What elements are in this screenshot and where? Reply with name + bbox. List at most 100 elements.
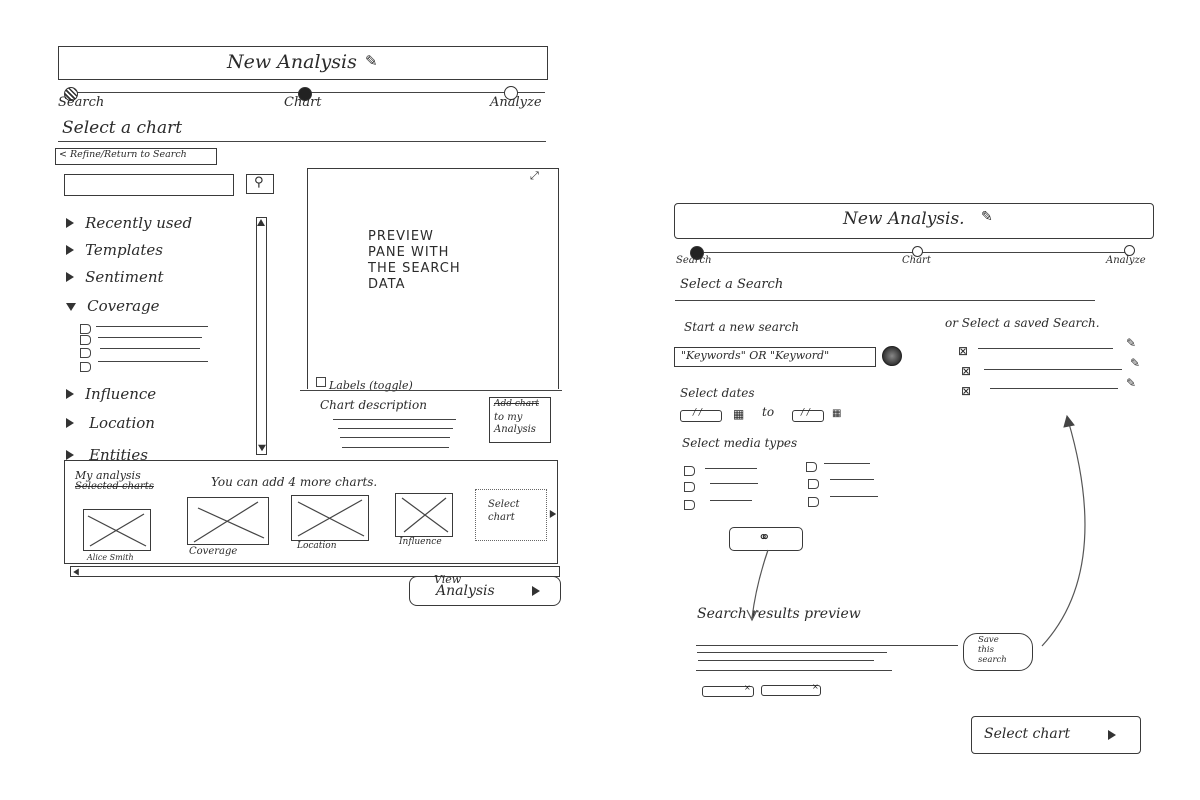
chart-thumbnail-label: Coverage [189,546,238,557]
keyword-search-input[interactable]: "Keywords" OR "Keyword" [674,347,876,367]
select-chart-button[interactable]: Select chart [971,716,1141,754]
saved-search-icon: ⊠ [958,344,969,358]
select-chart-placeholder-label: Select chart [488,499,520,523]
category-scrollbar[interactable] [256,217,267,455]
media-type-checkbox[interactable] [808,497,819,507]
refine-return-label: < Refine/Return to Search [59,149,187,160]
save-search-line: this [978,645,994,655]
add-button-label: to my Analysis [494,412,536,435]
my-analysis-struck-heading: Selected charts [75,481,154,492]
arrow-right-icon [532,586,540,596]
category-item-coverage[interactable]: Coverage [66,296,160,315]
title-bar[interactable]: New Analysis. ✎ [674,203,1154,239]
category-item-recently-used[interactable]: Recently used [66,213,192,232]
chart-preview-pane: ⤢ PREVIEW PANE WITH THE SEARCH DATA Labe… [307,168,559,392]
dropdown-close-icon[interactable]: × [744,683,751,692]
category-item-templates[interactable]: Templates [66,240,163,259]
preview-divider [300,390,562,391]
labels-toggle-checkbox[interactable] [316,377,326,387]
category-item-sentiment[interactable]: Sentiment [66,267,164,286]
run-search-button[interactable]: ⚭ [729,527,803,551]
expand-arrow-icon [66,245,74,255]
end-date-input[interactable]: / / [792,408,824,422]
save-to-saved-arrowhead [1063,414,1075,428]
analysis-chart-thumbnail[interactable] [395,493,453,537]
description-line [340,437,450,438]
category-item-location[interactable]: Location [66,413,155,432]
media-type-checkbox[interactable] [684,466,695,476]
view-analysis-button[interactable]: View Analysis [409,573,561,606]
saved-search-icon: ⊠ [961,384,972,398]
select-dates-label: Select dates [680,386,755,400]
binoculars-icon: ⚭ [758,528,771,546]
title-bar[interactable]: New Analysis ✎ [58,46,548,80]
coverage-option-checkbox[interactable] [80,362,91,372]
scroll-down-icon[interactable] [258,444,266,452]
edit-pencil-icon[interactable]: ✎ [1130,356,1140,370]
save-search-button[interactable]: Save this search [963,633,1033,671]
chart-search-button[interactable]: ⚲ [246,174,274,194]
results-filter-dropdown[interactable]: × [702,683,754,697]
chart-thumbnail-label: Location [297,541,337,551]
pencil-icon[interactable]: ✎ [365,52,378,70]
heading-divider [58,141,546,142]
preview-text-line: DATA [368,277,406,292]
dropdown-close-icon[interactable]: × [812,682,819,691]
save-search-line: Save [978,635,999,645]
globe-icon[interactable] [882,346,902,366]
select-chart-placeholder[interactable]: Select chart [475,489,547,541]
analysis-title: New Analysis [227,51,357,73]
edit-pencil-icon[interactable]: ✎ [1126,376,1136,390]
coverage-option-checkbox[interactable] [80,335,91,345]
add-button-struck-text: Add chart [494,399,540,409]
media-type-checkbox[interactable] [808,479,819,489]
save-search-line: search [978,655,1007,665]
page-heading: Select a Search [680,277,784,292]
category-label: Templates [85,241,163,259]
view-analysis-line2: Analysis [436,583,495,599]
category-label: Influence [85,385,157,403]
analysis-chart-thumbnail[interactable] [291,495,369,541]
media-type-checkbox[interactable] [684,500,695,510]
description-line [342,447,449,448]
start-date-input[interactable]: / / [680,408,722,422]
preview-text-line: PANE WITH [368,245,450,260]
edit-pencil-icon[interactable]: ✎ [1126,336,1136,350]
expand-arrow-icon [66,272,74,282]
media-type-checkbox[interactable] [806,462,817,472]
chart-search-input[interactable] [64,174,234,196]
saved-search-icon: ⊠ [961,364,972,378]
category-label: Sentiment [85,268,164,286]
refine-return-button[interactable]: < Refine/Return to Search [55,148,217,165]
analysis-chart-thumbnail[interactable] [83,509,151,551]
heading-divider [675,300,1095,301]
chart-thumbnail-label: Influence [399,537,442,547]
expand-icon[interactable]: ⤢ [530,169,539,183]
category-label: Location [89,414,155,432]
results-filter-dropdown[interactable]: × [761,682,821,696]
step-search-label: Search [58,95,105,110]
scroll-left-icon[interactable] [73,568,79,576]
scroll-right-icon[interactable] [549,510,557,518]
preview-placeholder: PREVIEW PANE WITH THE SEARCH DATA [368,229,461,293]
media-type-checkbox[interactable] [684,482,695,492]
coverage-option-label [98,361,208,362]
coverage-option-checkbox[interactable] [80,348,91,358]
coverage-option-label [98,337,202,338]
chart-thumbnail-label: Alice Smith [87,553,134,562]
add-to-analysis-button[interactable]: Add chart to my Analysis [489,397,551,443]
pencil-icon[interactable]: ✎ [981,209,993,225]
coverage-option-checkbox[interactable] [80,324,91,334]
calendar-icon[interactable]: ▦ [733,407,744,421]
category-label: Coverage [87,297,160,315]
analysis-chart-thumbnail[interactable] [187,497,269,545]
start-date-value: / / [693,408,702,418]
category-item-influence[interactable]: Influence [66,384,156,403]
scroll-up-icon[interactable] [257,219,265,226]
my-analysis-panel: My analysis Selected charts You can add … [64,460,558,564]
step-search-label: Search [676,255,712,266]
calendar-icon[interactable]: ▦ [832,408,841,419]
end-date-value: / / [801,408,810,418]
keyword-search-value: "Keywords" OR "Keyword" [681,349,830,362]
save-to-saved-arrow [1041,419,1086,647]
